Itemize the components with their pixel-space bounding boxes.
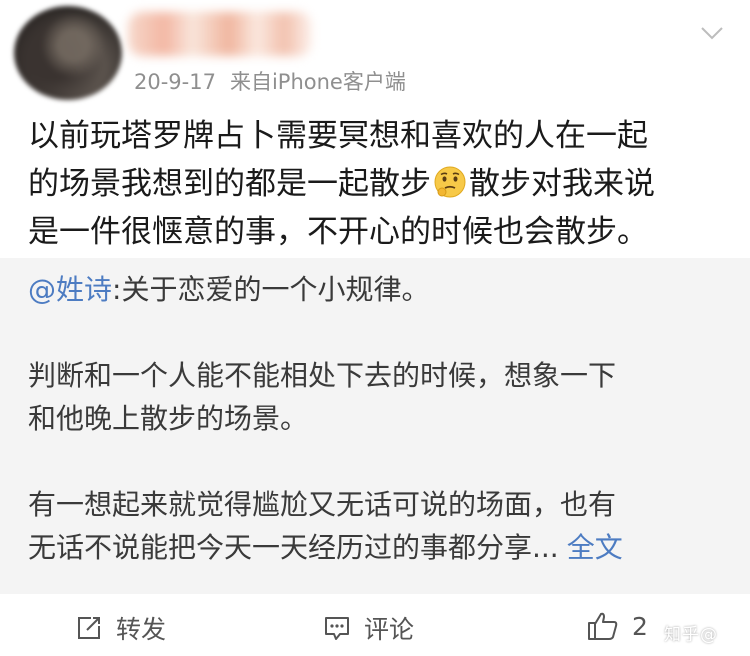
post-content-segment: 的场景我想到的都是一起散步 bbox=[28, 166, 431, 202]
post-content-segment: 散步对我来说 bbox=[469, 166, 655, 202]
like-button[interactable]: 2 bbox=[586, 610, 648, 642]
quoted-post-line: @姓诗:关于恋爱的一个小规律。 bbox=[28, 268, 728, 311]
quoted-post-segment: 无话不说能把今天一天经历过的事都分享... bbox=[28, 531, 559, 564]
watermark: 知乎@ bbox=[664, 625, 718, 645]
post-meta: 20-9-17 来自iPhone客户端 bbox=[134, 66, 406, 96]
repost-icon bbox=[78, 617, 100, 639]
thinking-face-emoji bbox=[434, 166, 466, 198]
post-date: 20-9-17 bbox=[134, 70, 216, 94]
avatar[interactable] bbox=[14, 6, 122, 100]
post-content: 以前玩塔罗牌占卜需要冥想和喜欢的人在一起 的场景我想到的都是一起散步 散步对我来… bbox=[28, 112, 728, 256]
post-content-line: 以前玩塔罗牌占卜需要冥想和喜欢的人在一起 bbox=[28, 118, 648, 154]
quoted-post-line: 判断和一个人能不能相处下去的时候，想象一下 bbox=[28, 359, 617, 392]
repost-button[interactable]: 转发 bbox=[74, 610, 166, 646]
username-redacted[interactable] bbox=[128, 12, 312, 56]
post-content-line: 是一件很惬意的事，不开心的时候也会散步。 bbox=[28, 214, 648, 250]
quoted-post-line: 和他晚上散步的场景。 bbox=[28, 402, 309, 435]
repost-label: 转发 bbox=[116, 615, 167, 644]
quoted-post-line: 有一想起来就觉得尴尬又无话可说的场面，也有 bbox=[28, 488, 617, 521]
post-content-line: 的场景我想到的都是一起散步 散步对我来说 bbox=[28, 160, 728, 208]
post-header: 20-9-17 来自iPhone客户端 bbox=[0, 0, 750, 108]
full-text-link[interactable]: 全文 bbox=[567, 531, 623, 564]
post-source: 来自iPhone客户端 bbox=[229, 70, 406, 94]
quoted-post-line: 无话不说能把今天一天经历过的事都分享... 全文 bbox=[28, 526, 728, 569]
thumbs-up-icon bbox=[588, 612, 618, 640]
comment-icon bbox=[325, 617, 349, 640]
chevron-down-icon[interactable] bbox=[700, 24, 724, 42]
like-count: 2 bbox=[632, 611, 648, 641]
quoted-post-segment: :关于恋爱的一个小规律。 bbox=[112, 273, 430, 306]
quoted-post-text: @姓诗:关于恋爱的一个小规律。 判断和一个人能不能相处下去的时候，想象一下 和他… bbox=[28, 268, 728, 569]
mention-link[interactable]: @姓诗 bbox=[28, 273, 112, 306]
comment-label: 评论 bbox=[364, 615, 415, 644]
action-bar: 转发 评论 2 bbox=[0, 596, 750, 656]
comment-button[interactable]: 评论 bbox=[322, 610, 414, 646]
